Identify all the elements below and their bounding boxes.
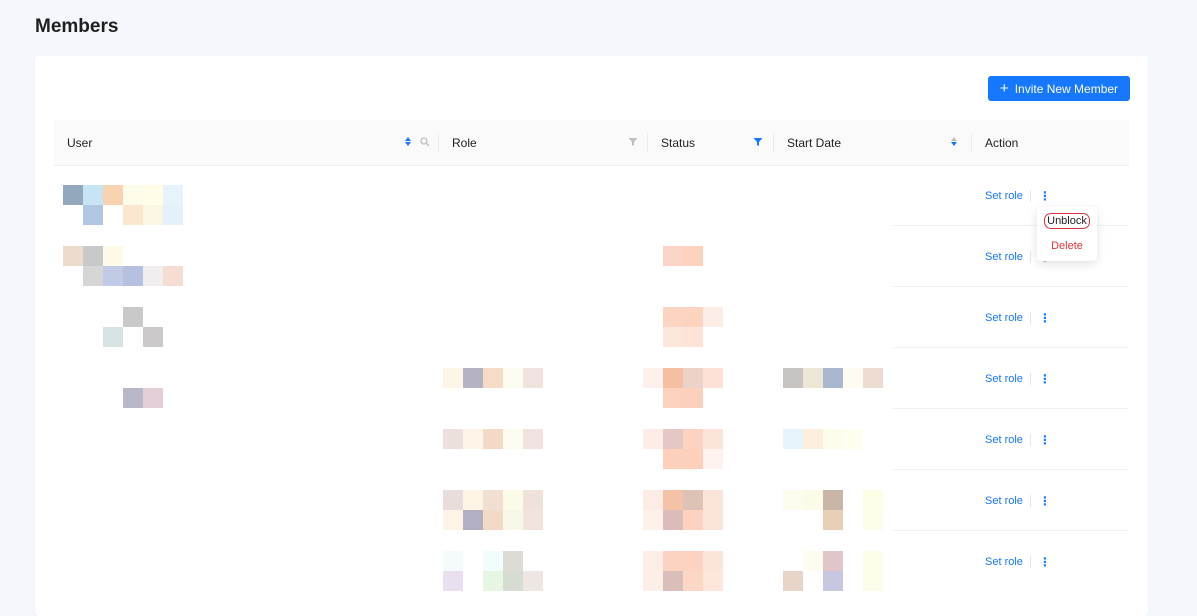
table-row: Set role ⋮ (54, 226, 1129, 287)
set-role-link[interactable]: Set role (985, 495, 1023, 507)
delete-menu-item[interactable]: Delete (1037, 237, 1097, 254)
more-vertical-icon[interactable]: ⋮ (1039, 312, 1051, 324)
table-header: User Role Status Start Date Action (54, 120, 1129, 166)
header-divider (773, 133, 774, 152)
column-header-action: Action (985, 135, 1019, 150)
more-vertical-icon[interactable]: ⋮ (1039, 373, 1051, 385)
row-actions: Set role ⋮ (985, 348, 1051, 409)
action-divider (1029, 311, 1031, 324)
unblock-label: Unblock (1044, 212, 1090, 229)
header-divider (438, 133, 439, 152)
action-divider (1029, 372, 1031, 385)
action-divider (1029, 189, 1031, 202)
row-actions: Set role ⋮ (985, 531, 1051, 592)
row-actions: Set role ⋮ (985, 287, 1051, 348)
row-actions: Set role ⋮ (985, 470, 1051, 531)
more-vertical-icon[interactable]: ⋮ (1039, 495, 1051, 507)
header-divider (971, 133, 972, 152)
invite-new-member-button[interactable]: + Invite New Member (988, 76, 1130, 101)
table-row: Set role ⋮ (54, 409, 1129, 470)
action-divider (1029, 250, 1031, 263)
search-icon[interactable] (420, 137, 430, 147)
more-vertical-icon[interactable]: ⋮ (1039, 190, 1051, 202)
table-row: Set role ⋮ (54, 348, 1129, 409)
unblock-menu-item[interactable]: Unblock (1037, 212, 1097, 229)
invite-button-label: Invite New Member (1014, 81, 1119, 96)
table-row: Set role ⋮ (54, 287, 1129, 348)
more-vertical-icon[interactable]: ⋮ (1039, 556, 1051, 568)
table-row: Set role ⋮ (54, 470, 1129, 531)
start-date-sort-icon[interactable] (951, 137, 957, 146)
members-card: + Invite New Member User Role Status Sta… (35, 56, 1148, 616)
set-role-link[interactable]: Set role (985, 312, 1023, 324)
action-divider (1029, 433, 1031, 446)
plus-icon: + (999, 79, 1009, 97)
row-actions-dropdown-menu: Unblock Delete (1037, 207, 1097, 261)
row-actions: Set role ⋮ (985, 409, 1051, 470)
set-role-link[interactable]: Set role (985, 434, 1023, 446)
table-row: Set role ⋮ (54, 165, 1129, 226)
set-role-link[interactable]: Set role (985, 556, 1023, 568)
table-row: Set role ⋮ (54, 531, 1129, 592)
page-title: Members (35, 16, 119, 37)
action-divider (1029, 494, 1031, 507)
column-header-start-date[interactable]: Start Date (787, 120, 841, 165)
user-sort-icon[interactable] (405, 137, 411, 146)
column-header-role[interactable]: Role (452, 120, 477, 165)
role-filter-icon[interactable] (628, 137, 638, 147)
set-role-link[interactable]: Set role (985, 251, 1023, 263)
action-divider (1029, 555, 1031, 568)
column-header-user[interactable]: User (67, 120, 92, 165)
more-vertical-icon[interactable]: ⋮ (1039, 434, 1051, 446)
status-filter-icon[interactable] (753, 137, 763, 147)
header-divider (647, 133, 648, 152)
set-role-link[interactable]: Set role (985, 373, 1023, 385)
column-header-status[interactable]: Status (661, 120, 695, 165)
set-role-link[interactable]: Set role (985, 190, 1023, 202)
